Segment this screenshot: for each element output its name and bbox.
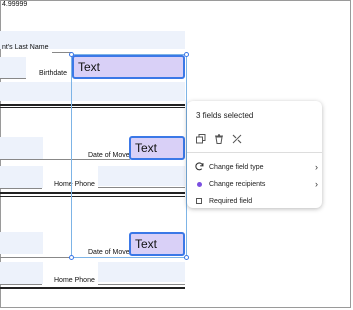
underline [0,78,26,79]
panel-toolbar [196,134,242,144]
selection-guide-left [71,54,72,257]
home-phone-label: Home Phone [54,277,95,284]
document-canvas: 4.99999 nt's Last Name Birthdate Date of… [0,0,353,310]
panel-title: 3 fields selected [196,111,254,120]
text-field-2[interactable]: Text [129,136,185,160]
resize-handle[interactable] [184,255,189,260]
last-name-label: nt's Last Name [2,44,49,51]
form-cell-background [0,262,43,284]
field-properties-panel: 3 fields selected Change field type › Ch… [187,101,322,208]
underline [98,187,185,188]
unlink-icon[interactable] [232,134,242,144]
underline [0,188,42,189]
form-cell-background [0,166,43,188]
underline [0,284,42,285]
form-cell-background [98,166,185,186]
duplicate-icon[interactable] [196,134,206,144]
form-cell-background [0,82,185,101]
menu-change-field-type[interactable]: Change field type › [193,160,318,174]
recipient-dot-icon [193,180,205,189]
underline [98,284,185,285]
doc-partial-text: 4.99999 [2,1,28,8]
resize-handle[interactable] [69,255,74,260]
menu-label: Change field type [209,163,264,171]
form-cell-background [0,137,43,159]
section-divider [0,104,185,106]
date-of-move-label: Date of Move [88,152,130,159]
section-divider [0,192,185,194]
underline [0,159,130,160]
menu-label: Change recipients [209,180,266,188]
menu-label: Required field [209,197,253,205]
date-of-move-label: Date of Move [88,249,130,256]
text-field-3[interactable]: Text [129,232,185,256]
menu-change-recipients[interactable]: Change recipients › [193,177,318,191]
chevron-right-icon: › [315,179,318,189]
trash-icon[interactable] [214,134,224,144]
section-divider [0,107,185,108]
section-divider [0,196,185,197]
home-phone-label: Home Phone [54,181,95,188]
form-cell-background [0,57,26,78]
section-divider [0,287,185,289]
menu-required-field[interactable]: Required field [193,194,318,208]
form-cell-background [0,232,43,254]
checkbox-icon[interactable] [193,197,205,206]
form-cell-background [98,262,185,282]
birthdate-label: Birthdate [39,70,68,77]
text-field-1[interactable]: Text [72,55,185,79]
selection-guide-bottom [71,257,187,258]
chevron-right-icon: › [315,162,318,172]
refresh-icon [193,161,205,173]
panel-divider [187,152,322,153]
